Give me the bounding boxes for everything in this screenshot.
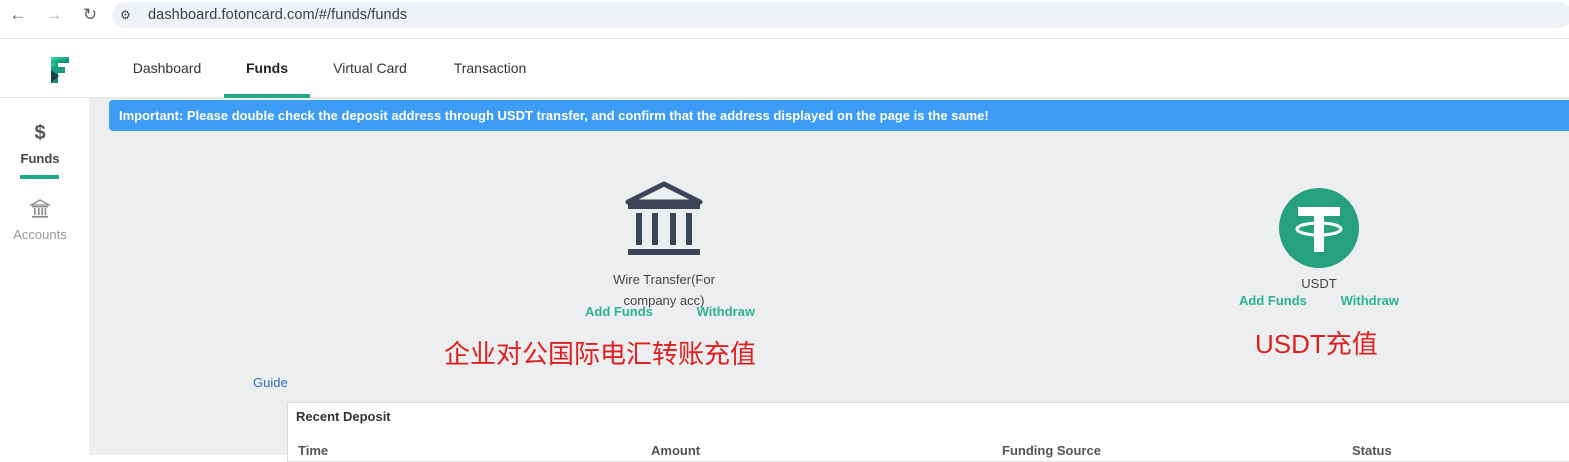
wire-transfer-option: Wire Transfer(For company acc) bbox=[589, 180, 739, 311]
dollar-icon: $ bbox=[34, 122, 46, 144]
browser-toolbar: ← → ↻ ⚙ dashboard.fotoncard.com/#/funds/… bbox=[0, 0, 1569, 30]
wire-actions: Add Funds Withdraw bbox=[585, 304, 755, 319]
bank-icon bbox=[28, 199, 52, 218]
back-icon[interactable]: ← bbox=[0, 0, 36, 30]
sidebar-item-funds[interactable]: $ Funds bbox=[0, 122, 80, 166]
usdt-icon bbox=[1279, 188, 1359, 268]
usdt-annotation: USDT充值 bbox=[1255, 329, 1378, 359]
wire-withdraw-link[interactable]: Withdraw bbox=[697, 304, 755, 319]
tab-dashboard[interactable]: Dashboard bbox=[126, 39, 208, 97]
usdt-withdraw-link[interactable]: Withdraw bbox=[1341, 293, 1399, 308]
column-header-amount: Amount bbox=[651, 443, 701, 458]
sidebar: $ Funds Accounts bbox=[0, 98, 89, 455]
usdt-actions: Add Funds Withdraw bbox=[1239, 293, 1399, 308]
recent-deposit-title: Recent Deposit bbox=[296, 409, 391, 424]
logo-icon bbox=[51, 57, 69, 83]
reload-icon[interactable]: ↻ bbox=[72, 0, 108, 30]
wire-transfer-label-line1: Wire Transfer(For bbox=[613, 272, 715, 287]
important-notice-banner: Important: Please double check the depos… bbox=[109, 100, 1569, 131]
column-header-status: Status bbox=[1352, 443, 1392, 458]
column-header-time: Time bbox=[298, 443, 329, 458]
tab-funds[interactable]: Funds bbox=[236, 39, 298, 97]
sidebar-item-label: Accounts bbox=[13, 227, 67, 242]
tab-virtual-card[interactable]: Virtual Card bbox=[326, 39, 414, 97]
tab-transaction[interactable]: Transaction bbox=[448, 39, 532, 97]
site-info-icon[interactable]: ⚙ bbox=[120, 8, 138, 22]
top-navigation: Dashboard Funds Virtual Card Transaction bbox=[0, 38, 1569, 98]
bank-icon bbox=[625, 181, 703, 255]
main-content: Important: Please double check the depos… bbox=[89, 98, 1569, 462]
column-header-funding-source: Funding Source bbox=[1002, 443, 1101, 458]
wire-add-funds-link[interactable]: Add Funds bbox=[585, 304, 653, 319]
address-bar[interactable]: ⚙ dashboard.fotoncard.com/#/funds/funds bbox=[112, 2, 1569, 28]
sidebar-active-indicator bbox=[20, 175, 59, 179]
wire-annotation: 企业对公国际电汇转账充值 bbox=[444, 339, 757, 369]
usdt-add-funds-link[interactable]: Add Funds bbox=[1239, 293, 1307, 308]
usdt-option: USDT bbox=[1229, 188, 1409, 291]
recent-deposit-card: Recent Deposit Time Amount Funding Sourc… bbox=[287, 402, 1569, 462]
sidebar-item-accounts[interactable]: Accounts bbox=[0, 198, 80, 242]
forward-icon[interactable]: → bbox=[36, 0, 72, 30]
guide-link[interactable]: Guide bbox=[253, 375, 288, 390]
url-text: dashboard.fotoncard.com/#/funds/funds bbox=[148, 7, 408, 23]
sidebar-item-label: Funds bbox=[20, 151, 60, 166]
usdt-label: USDT bbox=[1301, 276, 1337, 291]
